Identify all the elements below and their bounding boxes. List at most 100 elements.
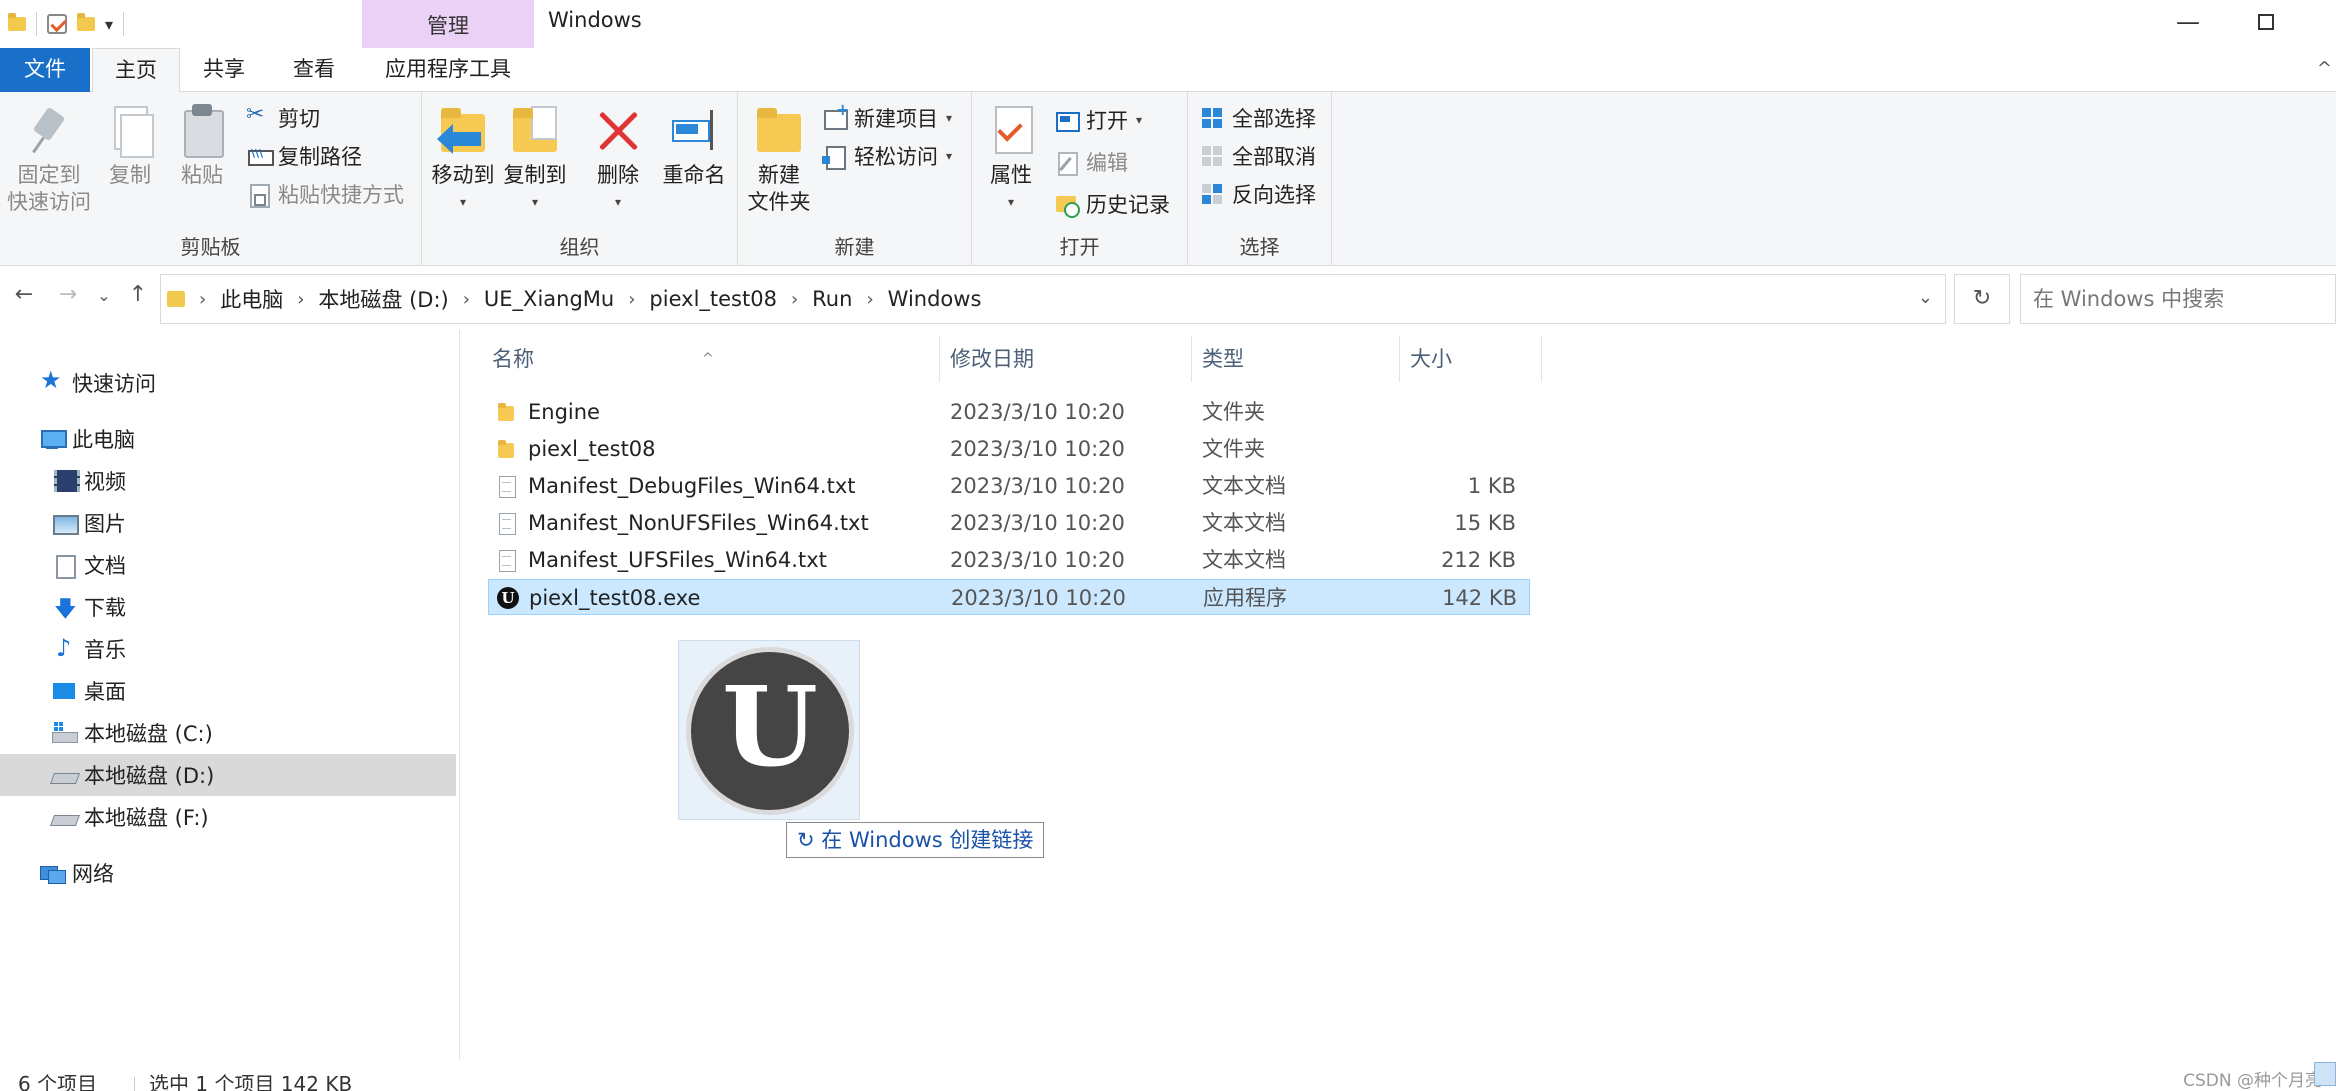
organize-group-label: 组织: [559, 235, 600, 259]
minimize-button[interactable]: —: [2168, 8, 2208, 36]
file-row[interactable]: Engine 2023/3/10 10:20 文件夹: [488, 394, 1530, 430]
breadcrumb-separator-icon[interactable]: ›: [297, 289, 304, 310]
breadcrumb-ue-xiangmu[interactable]: UE_XiangMu: [484, 287, 614, 311]
nav-documents[interactable]: 文档: [0, 544, 456, 586]
paste-shortcut-button[interactable]: 粘贴快捷方式: [246, 178, 404, 210]
nav-drive-c[interactable]: 本地磁盘 (C:): [0, 712, 456, 754]
file-row[interactable]: piexl_test08 2023/3/10 10:20 文件夹: [488, 431, 1530, 467]
customize-qat-icon[interactable]: ▾: [105, 15, 113, 34]
select-all-button[interactable]: 全部选择: [1200, 102, 1316, 134]
copy-to-button[interactable]: 复制到 ▾: [500, 102, 570, 216]
breadcrumb-separator-icon[interactable]: ›: [866, 289, 873, 310]
ribbon: 固定到 快速访问 复制 粘贴 剪切 复制路径 粘贴快捷方式 剪贴板 移动到: [0, 92, 2336, 266]
rename-button[interactable]: 重命名: [656, 102, 732, 189]
breadcrumb-drive-d[interactable]: 本地磁盘 (D:): [318, 284, 448, 314]
tab-share[interactable]: 共享: [186, 48, 262, 92]
file-row[interactable]: Manifest_NonUFSFiles_Win64.txt 2023/3/10…: [488, 505, 1530, 541]
nav-pictures[interactable]: 图片: [0, 502, 456, 544]
maximize-button[interactable]: [2246, 8, 2286, 36]
tab-home[interactable]: 主页: [92, 48, 180, 93]
file-row[interactable]: Manifest_DebugFiles_Win64.txt 2023/3/10 …: [488, 468, 1530, 504]
new-folder-icon[interactable]: [77, 13, 95, 31]
invert-selection-button[interactable]: 反向选择: [1200, 178, 1316, 210]
file-row-selected[interactable]: piexl_test08.exe 2023/3/10 10:20 应用程序 14…: [488, 579, 1530, 615]
breadcrumb-separator-icon[interactable]: ›: [199, 289, 206, 310]
recent-locations-button[interactable]: ⌄: [88, 286, 120, 305]
forward-button[interactable]: →: [52, 282, 84, 307]
file-row[interactable]: Manifest_UFSFiles_Win64.txt 2023/3/10 10…: [488, 542, 1530, 578]
new-item-button[interactable]: 新建项目 ▾: [822, 100, 952, 134]
paste-button[interactable]: 粘贴: [170, 102, 234, 189]
breadcrumb-windows[interactable]: Windows: [888, 287, 982, 311]
cut-button[interactable]: 剪切: [246, 102, 320, 134]
copy-button[interactable]: 复制: [98, 102, 162, 189]
column-header-size[interactable]: 大小: [1400, 336, 1542, 382]
breadcrumb-separator-icon[interactable]: ›: [791, 289, 798, 310]
properties-button[interactable]: 属性 ▾: [976, 102, 1046, 216]
nav-desktop[interactable]: 桌面: [0, 670, 456, 712]
breadcrumb-piexl-test08[interactable]: piexl_test08: [649, 287, 777, 311]
status-divider: [134, 1076, 135, 1091]
nav-quick-access[interactable]: 快速访问: [0, 362, 456, 404]
copy-path-button[interactable]: 复制路径: [246, 140, 362, 172]
nav-music[interactable]: 音乐: [0, 628, 456, 670]
details-view-icon[interactable]: [2314, 1062, 2336, 1086]
paste-label: 粘贴: [181, 163, 223, 187]
search-input[interactable]: 在 Windows 中搜索: [2020, 274, 2336, 324]
breadcrumb-separator-icon[interactable]: ›: [463, 289, 470, 310]
desktop-icon: [52, 680, 76, 702]
file-size: 142 KB: [1442, 586, 1517, 610]
nav-this-pc[interactable]: 此电脑: [0, 418, 456, 460]
file-modified: 2023/3/10 10:20: [951, 586, 1126, 610]
move-to-dropdown-icon: ▾: [459, 195, 467, 209]
breadcrumb-separator-icon[interactable]: ›: [628, 289, 635, 310]
tab-application-tools[interactable]: 应用程序工具: [362, 48, 534, 92]
file-size: 212 KB: [1441, 548, 1516, 572]
back-button[interactable]: ←: [8, 282, 40, 307]
tab-file[interactable]: 文件: [0, 48, 90, 92]
select-none-button[interactable]: 全部取消: [1200, 140, 1316, 172]
up-button[interactable]: ↑: [122, 282, 154, 307]
move-to-button[interactable]: 移动到 ▾: [428, 102, 498, 216]
navigation-bar: ← → ⌄ ↑ › 此电脑 › 本地磁盘 (D:) › UE_XiangMu ›…: [0, 268, 2336, 330]
column-header-modified[interactable]: 修改日期: [940, 336, 1192, 382]
title-bar: ▾ 管理 Windows —: [0, 0, 2336, 50]
nav-drive-d[interactable]: 本地磁盘 (D:): [0, 754, 456, 796]
copy-path-icon: [246, 144, 274, 168]
nav-downloads[interactable]: 下载: [0, 586, 456, 630]
nav-label: 网络: [72, 862, 114, 886]
address-dropdown-button[interactable]: ⌄: [1918, 287, 1933, 308]
manage-contextual-tab[interactable]: 管理: [362, 0, 534, 50]
file-name: piexl_test08.exe: [529, 586, 701, 610]
collapse-ribbon-button[interactable]: ^: [2317, 58, 2332, 79]
open-button[interactable]: 打开 ▾: [1054, 104, 1142, 136]
documents-icon: [52, 554, 76, 579]
new-folder-button[interactable]: 新建 文件夹: [744, 102, 814, 216]
nav-drive-f[interactable]: 本地磁盘 (F:): [0, 796, 456, 838]
breadcrumb-this-pc[interactable]: 此电脑: [220, 284, 283, 314]
open-label: 打开: [1086, 109, 1128, 133]
file-modified: 2023/3/10 10:20: [950, 548, 1125, 572]
pin-to-quick-access-button[interactable]: 固定到 快速访问: [4, 102, 94, 216]
column-header-name[interactable]: 名称 ^: [462, 336, 940, 382]
nav-network[interactable]: 网络: [0, 852, 456, 894]
column-header-type[interactable]: 类型: [1192, 336, 1400, 382]
address-bar[interactable]: › 此电脑 › 本地磁盘 (D:) › UE_XiangMu › piexl_t…: [160, 274, 1946, 324]
breadcrumb-run[interactable]: Run: [812, 287, 852, 311]
pin-label-line2: 快速访问: [7, 190, 91, 214]
folder-icon[interactable]: [8, 13, 26, 31]
easy-access-button[interactable]: 轻松访问 ▾: [822, 140, 952, 172]
nav-label: 音乐: [84, 638, 126, 662]
tab-view[interactable]: 查看: [276, 48, 352, 92]
delete-button[interactable]: 删除 ▾: [588, 102, 648, 216]
history-button[interactable]: 历史记录: [1054, 188, 1170, 220]
file-type: 应用程序: [1203, 586, 1287, 610]
nav-videos[interactable]: 视频: [0, 460, 456, 502]
paste-shortcut-label: 粘贴快捷方式: [278, 183, 404, 207]
text-file-icon: [496, 475, 518, 498]
folder-icon: [496, 438, 518, 460]
refresh-button[interactable]: ↻: [1954, 274, 2010, 324]
properties-icon[interactable]: [47, 14, 67, 34]
edit-button[interactable]: 编辑: [1054, 146, 1128, 178]
file-name: Engine: [528, 400, 600, 424]
